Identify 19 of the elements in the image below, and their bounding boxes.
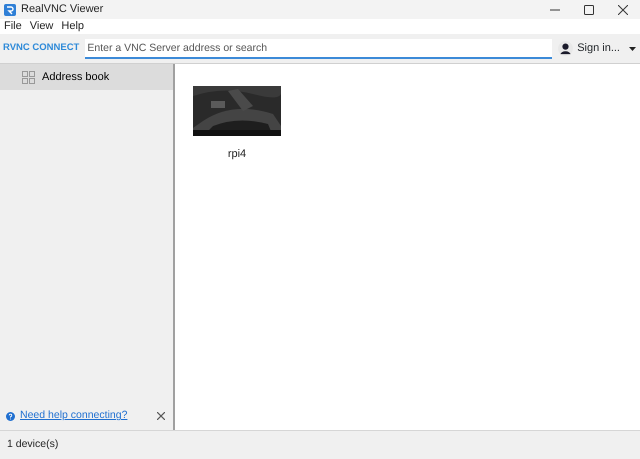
user-icon	[558, 41, 574, 56]
grid-icon	[22, 70, 35, 84]
close-icon[interactable]	[618, 4, 628, 14]
logo: RVNC CONNECT	[3, 41, 80, 56]
help-link[interactable]: Need help connecting?	[20, 408, 128, 424]
maximize-icon[interactable]	[584, 4, 594, 14]
help-icon	[6, 412, 15, 421]
sign-in-button[interactable]: Sign in...	[558, 40, 620, 57]
close-icon[interactable]	[157, 412, 165, 420]
search-field[interactable]: Enter a VNC Server address or search	[85, 38, 552, 58]
menu-item[interactable]: Help	[60, 18, 92, 35]
window-title: RealVNC Viewer	[21, 2, 104, 18]
menu-item[interactable]: File	[3, 18, 29, 35]
status-text: 1 device(s)	[0, 430, 640, 459]
app-icon	[4, 4, 16, 16]
menu-item[interactable]: View	[28, 18, 60, 35]
sidebar-item[interactable]: Address book	[0, 64, 173, 90]
dropdown-icon[interactable]	[629, 46, 636, 50]
device-name: rpi4	[228, 147, 246, 162]
